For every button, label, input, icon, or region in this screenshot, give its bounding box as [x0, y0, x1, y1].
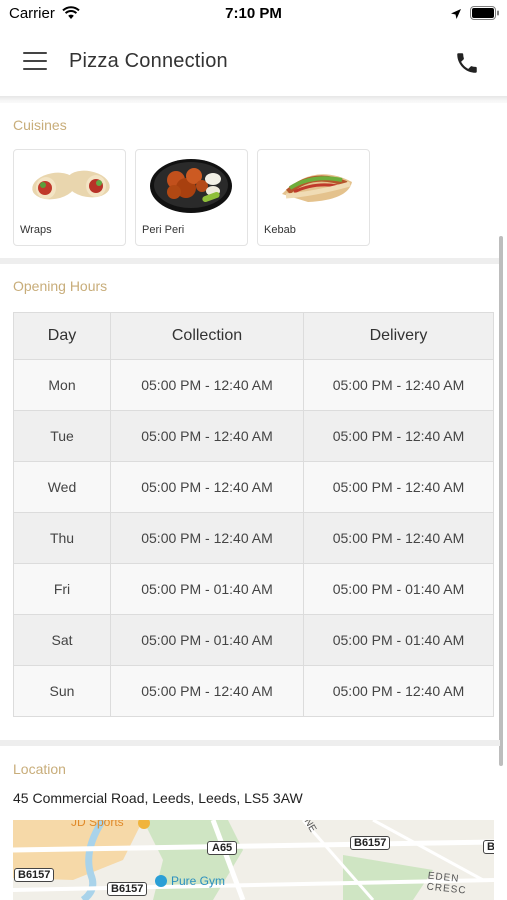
day-cell: Tue [13, 410, 111, 462]
opening-hours-table: Day Collection Delivery Mon 05:00 PM - 1… [13, 312, 494, 717]
opening-hours-heading: Opening Hours [13, 278, 108, 294]
header-shadow [0, 96, 507, 103]
cuisine-card-kebab[interactable]: Kebab [257, 149, 370, 246]
delivery-cell: 05:00 PM - 01:40 AM [303, 614, 494, 666]
collection-cell: 05:00 PM - 12:40 AM [110, 359, 304, 411]
page-title: Pizza Connection [69, 50, 228, 72]
collection-cell: 05:00 PM - 12:40 AM [110, 512, 304, 564]
table-row: Tue 05:00 PM - 12:40 AM 05:00 PM - 12:40… [13, 410, 494, 462]
section-divider [0, 740, 500, 746]
cuisine-label-kebab: Kebab [264, 224, 296, 236]
location-arrow-icon [450, 7, 462, 25]
table-row: Wed 05:00 PM - 12:40 AM 05:00 PM - 12:40… [13, 461, 494, 513]
navigation-bar: Pizza Connection [0, 28, 507, 96]
scrollbar[interactable] [499, 236, 503, 766]
table-row: Sun 05:00 PM - 12:40 AM 05:00 PM - 12:40… [13, 665, 494, 717]
cuisines-heading: Cuisines [13, 117, 67, 133]
collection-cell: 05:00 PM - 12:40 AM [110, 410, 304, 462]
peri-peri-image [150, 159, 232, 213]
cuisine-label-wraps: Wraps [20, 224, 52, 236]
map-label-b6157-b: B6157 [107, 882, 148, 896]
collection-cell: 05:00 PM - 01:40 AM [110, 614, 304, 666]
day-cell: Wed [13, 461, 111, 513]
pure-gym-icon [155, 875, 167, 887]
day-cell: Sun [13, 665, 111, 717]
cuisine-card-wraps[interactable]: Wraps [13, 149, 126, 246]
day-cell: Sat [13, 614, 111, 666]
map-label-jd-sports: JD Sports [71, 820, 124, 829]
delivery-cell: 05:00 PM - 12:40 AM [303, 665, 494, 717]
map-label-b-edge: B [483, 840, 494, 854]
map-graphic [13, 820, 494, 900]
column-header-day: Day [13, 312, 111, 360]
delivery-cell: 05:00 PM - 01:40 AM [303, 563, 494, 615]
map-label-b6157-a: B6157 [14, 868, 55, 882]
location-map[interactable]: JD Sports Pure Gym A65 B6157 B6157 B6157… [13, 820, 494, 900]
collection-cell: 05:00 PM - 12:40 AM [110, 665, 304, 717]
table-row: Sat 05:00 PM - 01:40 AM 05:00 PM - 01:40… [13, 614, 494, 666]
kebab-image [282, 174, 352, 202]
section-divider [0, 258, 500, 264]
battery-icon [470, 6, 500, 25]
day-cell: Fri [13, 563, 111, 615]
table-row: Mon 05:00 PM - 12:40 AM 05:00 PM - 12:40… [13, 359, 494, 411]
map-label-pure-gym: Pure Gym [171, 874, 226, 888]
location-heading: Location [13, 761, 66, 777]
table-header-row: Day Collection Delivery [13, 312, 494, 360]
day-cell: Thu [13, 512, 111, 564]
status-bar: Carrier 7:10 PM [0, 0, 507, 28]
cuisine-card-peri-peri[interactable]: Peri Peri [135, 149, 248, 246]
delivery-cell: 05:00 PM - 12:40 AM [303, 512, 494, 564]
cuisine-label-peri-peri: Peri Peri [142, 224, 185, 236]
collection-cell: 05:00 PM - 12:40 AM [110, 461, 304, 513]
clock: 7:10 PM [225, 5, 282, 22]
map-label-b6157-c: B6157 [350, 836, 391, 850]
delivery-cell: 05:00 PM - 12:40 AM [303, 410, 494, 462]
address-text: 45 Commercial Road, Leeds, Leeds, LS5 3A… [13, 790, 303, 806]
collection-cell: 05:00 PM - 01:40 AM [110, 563, 304, 615]
day-cell: Mon [13, 359, 111, 411]
table-row: Thu 05:00 PM - 12:40 AM 05:00 PM - 12:40… [13, 512, 494, 564]
hamburger-menu-icon[interactable] [23, 52, 47, 70]
delivery-cell: 05:00 PM - 12:40 AM [303, 359, 494, 411]
column-header-delivery: Delivery [303, 312, 494, 360]
column-header-collection: Collection [110, 312, 304, 360]
phone-icon[interactable] [454, 50, 480, 81]
delivery-cell: 05:00 PM - 12:40 AM [303, 461, 494, 513]
wraps-image [32, 170, 110, 200]
table-row: Fri 05:00 PM - 01:40 AM 05:00 PM - 01:40… [13, 563, 494, 615]
map-label-a65: A65 [207, 841, 238, 855]
